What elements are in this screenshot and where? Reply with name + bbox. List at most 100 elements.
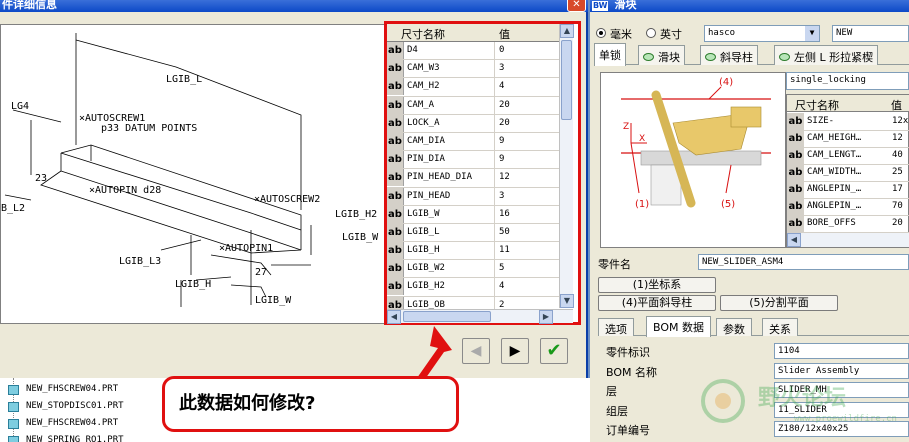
table-row[interactable]: ab ANGLEPIN_… 70 [787,198,909,216]
tab-bom-data[interactable]: BOM 数据 [646,316,711,337]
tab-l-wedge[interactable]: 左侧 L 形拉紧楔 [774,45,879,65]
param-col-name[interactable]: 尺寸名称 [795,97,839,113]
callout-text: 此数据如何修改? [179,393,316,414]
table-row[interactable]: ab SIZE- 12x [787,113,909,131]
param-col-value[interactable]: 值 [891,97,902,113]
dimension-value[interactable]: 3 [499,63,504,73]
next-button[interactable]: ▶ [501,338,529,364]
close-button[interactable]: ✕ [567,0,586,12]
table-row[interactable]: ab PIN_DIA 9 [387,151,559,170]
tree-item-label: NEW_SPRING_RO1.PRT [26,435,124,442]
table-row[interactable]: ab LGIB_L 50 [387,223,559,243]
param-value[interactable]: 12x [892,116,908,126]
table-row[interactable]: ab CAM_A 20 [387,96,559,115]
dimension-value[interactable]: 20 [499,118,510,128]
table-row[interactable]: ab PIN_HEAD 3 [387,187,559,206]
dimension-value[interactable]: 4 [499,281,504,291]
param-value[interactable]: 12 [892,133,903,143]
unit-mm-radio[interactable] [596,28,606,38]
dimension-value[interactable]: 50 [499,227,510,237]
table-row[interactable]: ab LGIB_W 16 [387,205,559,224]
table-row[interactable]: ab CAM_W3 3 [387,60,559,79]
list-item[interactable]: NEW_SPRING_RO1.PRT [8,435,124,442]
list-item[interactable]: NEW_STOPDISC01.PRT [8,401,124,412]
table-row[interactable]: ab LGIB_W2 5 [387,260,559,279]
dimension-value[interactable]: 9 [499,154,504,164]
vendor-select[interactable]: hasco ▼ [704,25,820,42]
column-divider [494,242,495,261]
model-tree: NEW_FHSCREW04.PRT NEW_STOPDISC01.PRT NEW_F… [0,378,160,442]
param-value[interactable]: 25 [892,167,903,177]
tab-single-lock[interactable]: 单锁 [594,43,626,66]
preview-svg: (4) Z X (1) (5) [621,77,771,210]
table-row[interactable]: ab LOCK_A 20 [387,114,559,133]
tab-relations[interactable]: 关系 [762,318,798,336]
dimension-value[interactable]: 20 [499,100,510,110]
table-row[interactable]: ab CAM_LENGT… 40 [787,147,909,165]
param-horizontal-scrollbar[interactable]: ◀ [787,233,909,247]
dimension-value[interactable]: 4 [499,81,504,91]
tab-options[interactable]: 选项 [598,318,634,336]
table-row[interactable]: ab LGIB_H2 4 [387,278,559,297]
text-type-icon: ab [387,205,404,223]
dimension-value[interactable]: 5 [499,263,504,273]
param-value[interactable]: 17 [892,184,903,194]
dimension-value[interactable]: 16 [499,209,510,219]
table-row[interactable]: ab PIN_HEAD_DIA 12 [387,169,559,188]
table-row[interactable]: ab ANGLEPIN_… 17 [787,181,909,199]
col-header-value[interactable]: 值 [499,26,510,42]
text-type-icon: ab [387,96,404,114]
dimension-value[interactable]: 3 [499,191,504,201]
tab-angle-pin[interactable]: 斜导柱 [700,45,758,65]
scroll-down-arrow-icon[interactable]: ▼ [560,294,574,308]
param-value[interactable]: 70 [892,201,903,211]
mode-field[interactable]: NEW [832,25,909,42]
param-value[interactable]: 20 [892,218,903,228]
dimension-name: D4 [407,45,418,55]
table-row[interactable]: ab D4 0 [387,42,559,61]
chevron-down-icon[interactable]: ▼ [805,26,819,41]
plane-angle-pin-button[interactable]: (4)平面斜导柱 [598,295,716,311]
grid-header: 尺寸名称 值 [387,24,564,42]
table-row[interactable]: ab CAM_WIDTH… 25 [787,164,909,182]
ok-button[interactable]: ✔ [540,338,568,364]
dimension-value[interactable]: 9 [499,136,504,146]
scroll-up-arrow-icon[interactable]: ▲ [560,24,574,38]
table-row[interactable]: ab CAM_HEIGH… 12 [787,130,909,148]
vertical-scrollbar[interactable]: ▲ ▼ [559,24,574,308]
scroll-right-arrow-icon[interactable]: ▶ [539,310,553,324]
table-row[interactable]: ab BORE_OFFS 20 [787,215,909,233]
column-divider [494,187,495,206]
dimension-name: LGIB_L [407,226,440,237]
dimension-value[interactable]: 12 [499,172,510,182]
tab-params[interactable]: 参数 [716,318,752,336]
dimension-name: PIN_DIA [407,154,445,165]
config-name-field[interactable]: single_locking [786,72,909,90]
param-value[interactable]: 40 [892,150,903,160]
detail-dialog: 件详细信息 ✕ LGIB_L LG4 ×AUTOSCREW1 p33 DATUM… [0,0,588,378]
dimension-value[interactable]: 0 [499,45,504,55]
tab-single-lock-label: 单锁 [599,49,621,62]
dimension-value[interactable]: 11 [499,245,510,255]
split-plane-button[interactable]: (5)分割平面 [720,295,838,311]
form-field[interactable]: 1104 [774,343,909,359]
text-type-icon: ab [387,242,404,260]
col-header-name[interactable]: 尺寸名称 [401,26,445,42]
table-row[interactable]: ab LGIB_H 11 [387,242,559,261]
form-label: 零件标识 [606,346,650,359]
list-item[interactable]: NEW_FHSCREW04.PRT [8,384,118,395]
table-row[interactable]: ab CAM_H2 4 [387,78,559,97]
dimension-name: LGIB_H [407,245,440,256]
table-row[interactable]: ab CAM_DIA 9 [387,132,559,152]
scroll-thumb[interactable] [561,40,572,120]
scroll-left-arrow-icon[interactable]: ◀ [787,233,801,247]
unit-inch-radio[interactable] [646,28,656,38]
tab-slider[interactable]: 滑块 [638,45,685,65]
part-name-field[interactable]: NEW_SLIDER_ASM4 [698,254,909,270]
list-item[interactable]: NEW_FHSCREW04.PRT [8,418,118,429]
csys-button[interactable]: (1)坐标系 [598,277,716,293]
column-divider [494,151,495,170]
column-divider [494,169,495,188]
lbl-d27: 27 [255,267,267,278]
dimension-name: CAM_H2 [407,81,440,92]
